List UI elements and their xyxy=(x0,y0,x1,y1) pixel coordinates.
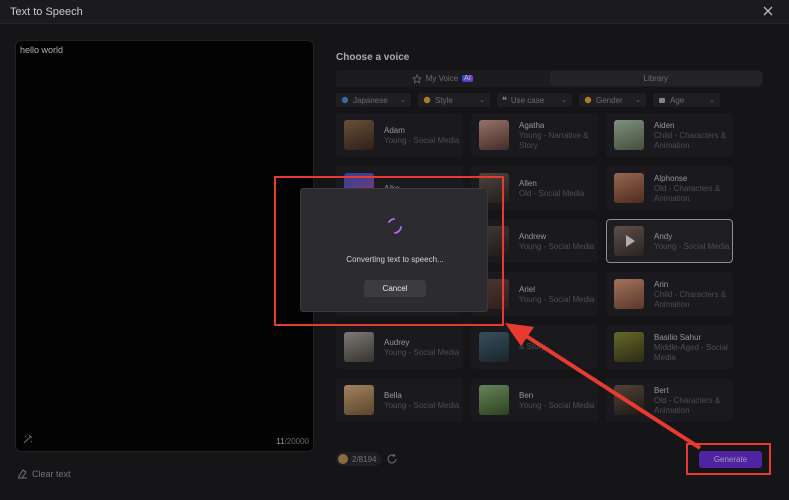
modal-highlight-box xyxy=(274,176,504,326)
generate-highlight-box xyxy=(686,443,771,475)
title-bar: Text to Speech xyxy=(0,0,789,24)
close-icon[interactable] xyxy=(761,4,775,18)
window-title: Text to Speech xyxy=(10,6,83,18)
